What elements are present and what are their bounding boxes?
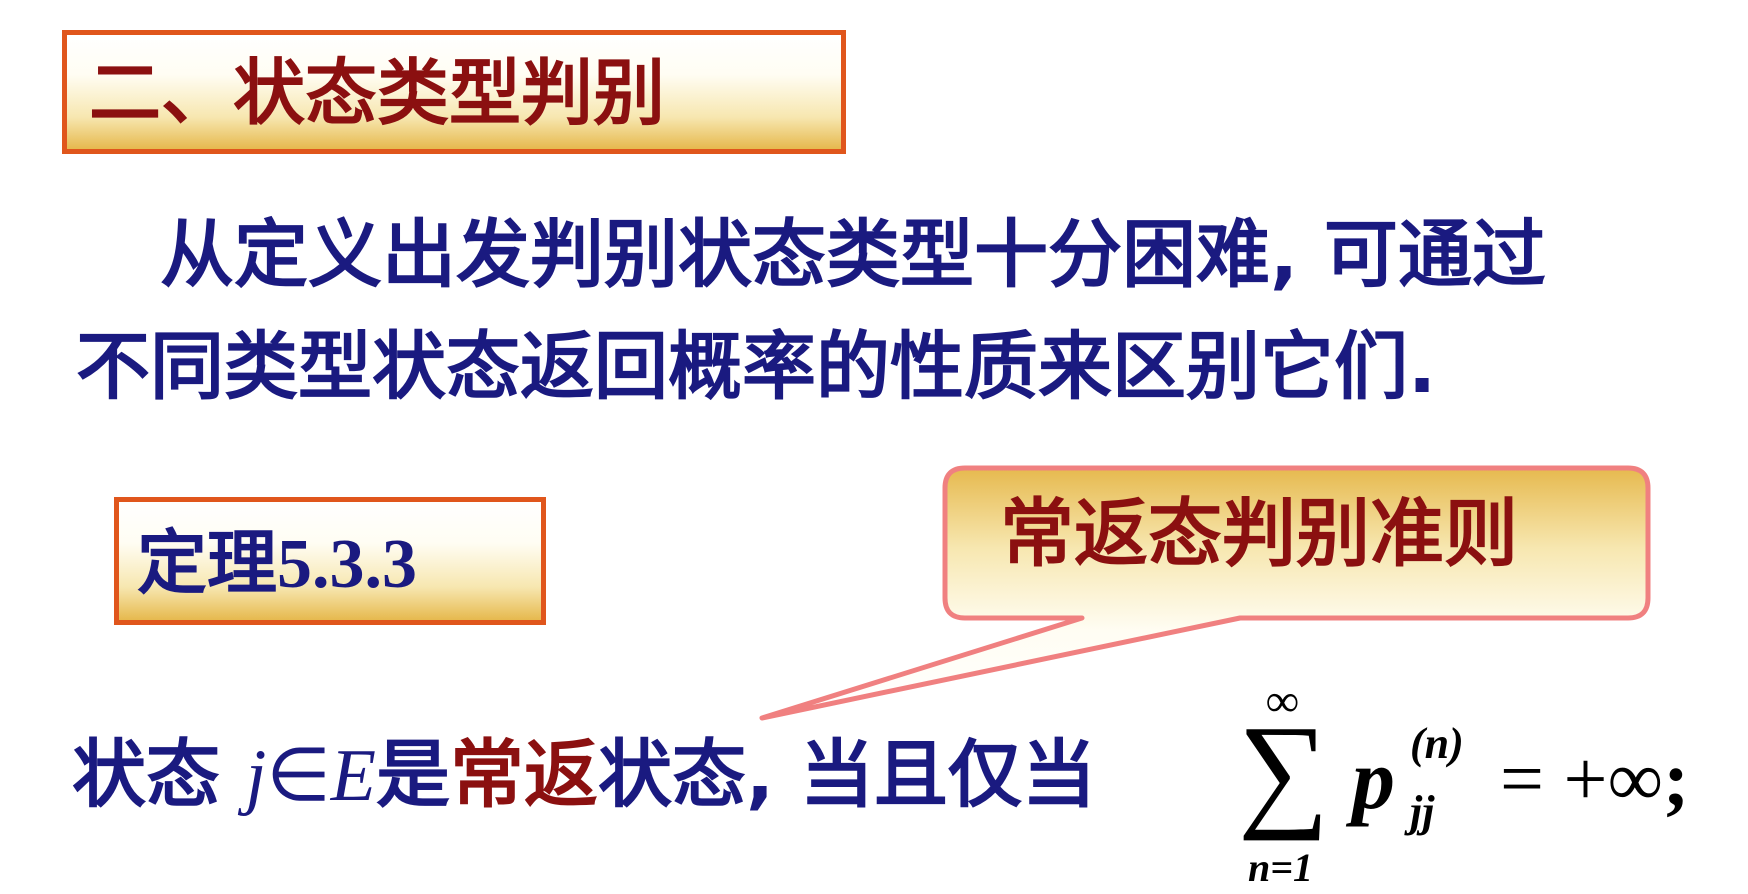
- element-of-symbol: ∈: [266, 735, 331, 817]
- transition-index-subscript: jj: [1410, 787, 1435, 836]
- sum-lower-limit: n=1: [1248, 845, 1314, 890]
- formula-semicolon: ;: [1663, 735, 1690, 822]
- formula-rhs: = +∞;: [1500, 740, 1689, 818]
- sum-symbol: ∑: [1238, 699, 1330, 841]
- statement-is: 是: [376, 732, 450, 818]
- statement-prefix: 状态: [72, 732, 220, 818]
- theorem-statement: 状态 j∈E是常返状态, 当且仅当: [72, 738, 1096, 813]
- statement-suffix: 状态, 当且仅当: [598, 732, 1096, 818]
- callout-text: 常返态判别准则: [1000, 491, 1518, 577]
- transition-step-superscript: (n): [1410, 719, 1464, 768]
- statement-highlight: 常返: [450, 732, 598, 818]
- formula-equals-infinity: = +∞: [1500, 735, 1664, 822]
- state-variable: j: [245, 735, 267, 817]
- transition-probability-symbol: p: [1352, 731, 1395, 827]
- state-space-symbol: E: [330, 735, 376, 817]
